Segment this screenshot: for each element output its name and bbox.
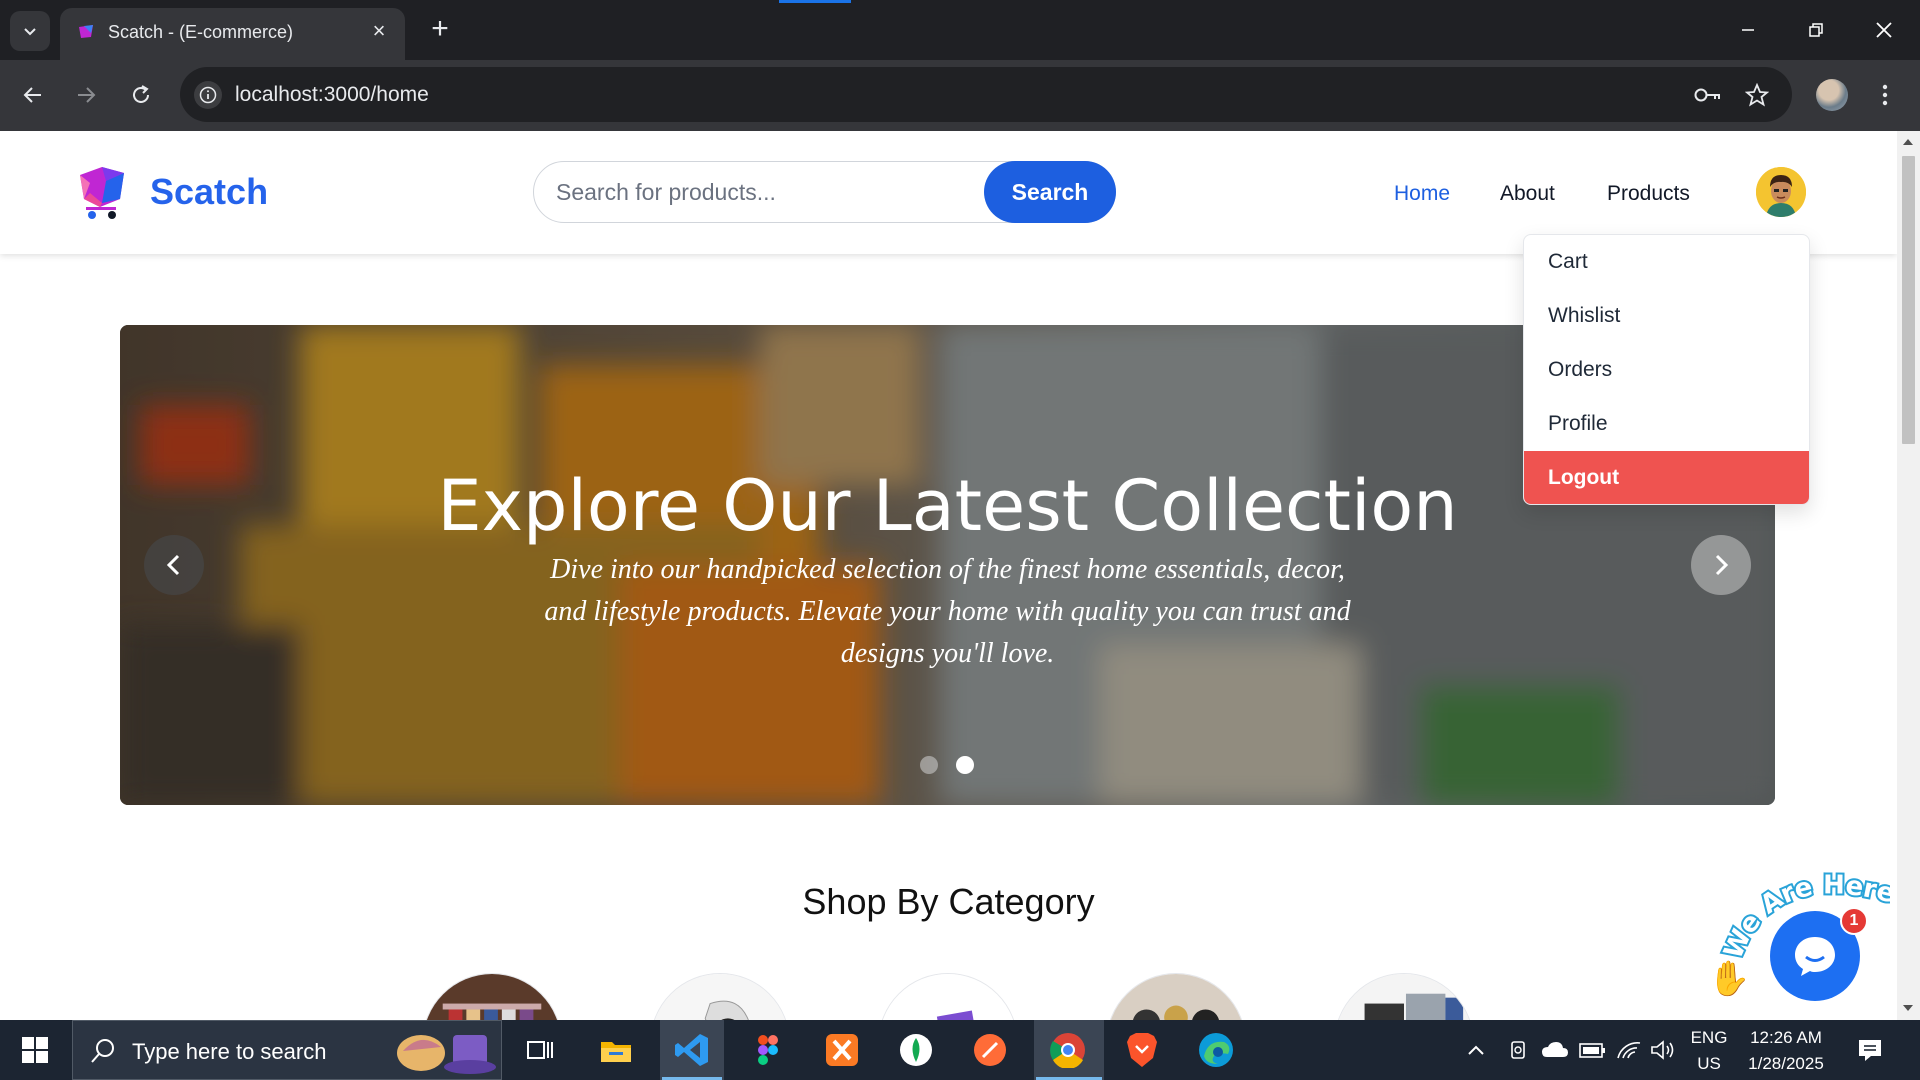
- bookmark-star-icon[interactable]: [1743, 81, 1771, 109]
- tab-close-icon[interactable]: ×: [367, 20, 391, 44]
- site-info-icon[interactable]: [194, 81, 222, 109]
- password-key-icon[interactable]: [1694, 81, 1722, 109]
- tray-chevron-up-icon[interactable]: [1464, 1030, 1488, 1070]
- carousel-next-button[interactable]: [1691, 535, 1751, 595]
- scroll-down-icon[interactable]: [1903, 1005, 1913, 1011]
- hero-subtitle: Dive into our handpicked selection of th…: [544, 554, 1351, 669]
- address-bar[interactable]: localhost:3000/home: [180, 67, 1792, 122]
- forward-button[interactable]: [68, 77, 104, 113]
- notifications-icon[interactable]: [1850, 1030, 1890, 1070]
- browser-tab-active[interactable]: Scatch - (E-commerce) ×: [60, 8, 405, 60]
- page-viewport: Scatch Search Home About Products Cart W…: [0, 131, 1897, 1020]
- tab-title: Scatch - (E-commerce): [108, 22, 294, 42]
- xampp-icon[interactable]: [822, 1030, 862, 1070]
- user-avatar[interactable]: [1756, 167, 1806, 217]
- task-view-icon[interactable]: [520, 1030, 560, 1070]
- waving-hand-icon: ✋: [1708, 959, 1751, 999]
- user-dropdown-menu: Cart Whislist Orders Profile Logout: [1523, 234, 1810, 505]
- meet-now-icon[interactable]: [1506, 1030, 1532, 1070]
- category-home-decor[interactable]: [1106, 973, 1246, 1020]
- new-tab-button[interactable]: +: [424, 14, 456, 46]
- carousel-dot-1[interactable]: [920, 756, 938, 774]
- windows-taskbar: Type here to search ENG US 12:26 AM 1/28…: [0, 1020, 1920, 1080]
- kebab-menu-icon: [1882, 84, 1888, 106]
- mongodb-compass-icon[interactable]: [896, 1030, 936, 1070]
- minimize-icon: [1742, 29, 1754, 31]
- onedrive-cloud-icon[interactable]: [1540, 1030, 1570, 1070]
- browser-toolbar: localhost:3000/home: [0, 60, 1920, 131]
- taskbar-search-box[interactable]: Type here to search: [72, 1020, 502, 1080]
- chat-widget[interactable]: We Are Here! ✋ 1: [1700, 851, 1890, 1011]
- search-input[interactable]: [556, 176, 956, 208]
- search-highlight-art-icon: [397, 1035, 496, 1074]
- vscode-icon[interactable]: [672, 1030, 712, 1070]
- chevron-down-icon: [24, 28, 36, 36]
- category-clothing[interactable]: [422, 973, 562, 1020]
- battery-icon[interactable]: [1578, 1030, 1608, 1070]
- restore-button[interactable]: [1796, 10, 1836, 50]
- tab-search-button[interactable]: [10, 11, 50, 51]
- volume-icon[interactable]: [1648, 1030, 1678, 1070]
- wifi-icon[interactable]: [1614, 1030, 1644, 1070]
- back-arrow-icon: [23, 87, 41, 103]
- file-explorer-icon[interactable]: [596, 1030, 636, 1070]
- postman-icon[interactable]: [970, 1030, 1010, 1070]
- reload-button[interactable]: [123, 77, 159, 113]
- page-scrollbar[interactable]: [1897, 131, 1920, 1020]
- clock-time[interactable]: 12:26 AM: [1738, 1028, 1834, 1048]
- nav-link-products[interactable]: Products: [1607, 182, 1690, 206]
- category-appliances[interactable]: [1334, 973, 1474, 1020]
- carousel-prev-button[interactable]: [144, 535, 204, 595]
- menu-item-wishlist[interactable]: Whislist: [1524, 289, 1809, 343]
- chevron-left-icon: [166, 554, 180, 576]
- windows-logo-icon: [22, 1037, 48, 1063]
- chat-bubble-icon: [1795, 937, 1835, 976]
- url-text[interactable]: localhost:3000/home: [235, 83, 429, 107]
- clock-date[interactable]: 1/28/2025: [1738, 1054, 1834, 1074]
- chat-unread-badge: 1: [1840, 907, 1868, 935]
- reload-icon: [133, 85, 149, 103]
- minimize-button[interactable]: [1728, 10, 1768, 50]
- menu-item-cart[interactable]: Cart: [1524, 235, 1809, 289]
- start-button[interactable]: [10, 1032, 60, 1068]
- category-stationery[interactable]: [878, 973, 1018, 1020]
- brand-name[interactable]: Scatch: [150, 171, 268, 213]
- forward-arrow-icon: [78, 87, 96, 103]
- scatch-logo-icon[interactable]: [76, 163, 130, 223]
- menu-item-orders[interactable]: Orders: [1524, 343, 1809, 397]
- taskbar-search-placeholder: Type here to search: [132, 1039, 327, 1064]
- nav-link-about[interactable]: About: [1500, 182, 1555, 206]
- search-button[interactable]: Search: [984, 161, 1116, 223]
- browser-tab-bar: Scatch - (E-commerce) × +: [0, 0, 1920, 60]
- input-language[interactable]: ENG: [1686, 1028, 1732, 1048]
- scroll-up-icon[interactable]: [1903, 139, 1913, 145]
- edge-icon[interactable]: [1196, 1030, 1236, 1070]
- carousel-dot-2[interactable]: [956, 756, 974, 774]
- close-icon: [1876, 22, 1892, 38]
- back-button[interactable]: [15, 77, 51, 113]
- browser-menu-button[interactable]: [1872, 77, 1898, 113]
- nav-link-home[interactable]: Home: [1394, 182, 1450, 206]
- categories-heading: Shop By Category: [802, 881, 1095, 922]
- browser-profile-avatar[interactable]: [1816, 79, 1848, 111]
- chevron-right-icon: [1715, 554, 1729, 576]
- figma-icon[interactable]: [748, 1030, 788, 1070]
- input-region[interactable]: US: [1686, 1054, 1732, 1074]
- brave-icon[interactable]: [1122, 1030, 1162, 1070]
- menu-item-profile[interactable]: Profile: [1524, 397, 1809, 451]
- loading-indicator: [779, 0, 851, 3]
- scatch-favicon-icon: [79, 25, 93, 38]
- scrollbar-thumb[interactable]: [1902, 156, 1915, 444]
- category-electronics[interactable]: [650, 973, 790, 1020]
- chrome-icon[interactable]: [1048, 1030, 1088, 1070]
- close-window-button[interactable]: [1864, 10, 1904, 50]
- menu-item-logout[interactable]: Logout: [1524, 451, 1809, 504]
- search-icon: [91, 1039, 114, 1063]
- restore-icon: [1809, 23, 1823, 37]
